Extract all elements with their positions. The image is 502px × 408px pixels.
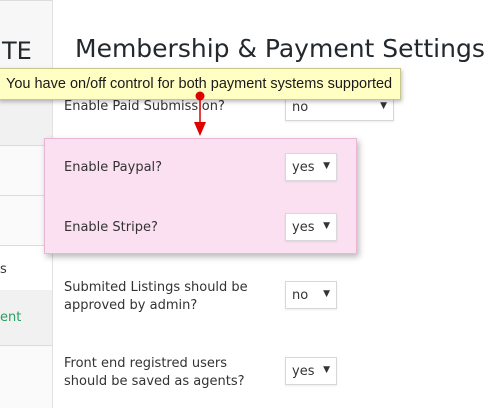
sidebar-link-row[interactable]: ent — [0, 290, 52, 340]
chevron-down-icon: ▼ — [323, 289, 330, 299]
listing-approval-label: Submited Listings should be approved by … — [64, 280, 248, 313]
chevron-down-icon: ▼ — [380, 101, 387, 111]
users-as-agents-select[interactable]: yes ▼ — [285, 357, 337, 385]
listing-approval-select[interactable]: no ▼ — [285, 281, 337, 309]
chevron-down-icon: ▼ — [323, 161, 330, 171]
sidebar-item-label: s — [0, 262, 7, 277]
users-as-agents-value: yes — [292, 364, 315, 379]
stripe-label: Enable Stripe? — [64, 220, 158, 235]
stripe-select[interactable]: yes ▼ — [285, 213, 337, 241]
chevron-down-icon: ▼ — [323, 221, 330, 231]
chevron-down-icon: ▼ — [323, 365, 330, 375]
page-title: Membership & Payment Settings — [75, 34, 485, 63]
paypal-select[interactable]: yes ▼ — [285, 153, 337, 181]
stripe-value: yes — [292, 220, 315, 235]
sidebar-item[interactable] — [0, 345, 52, 408]
sidebar-link[interactable]: ent — [0, 310, 21, 325]
listing-approval-value: no — [292, 288, 309, 303]
callout-arrow-icon — [194, 91, 206, 136]
paypal-value: yes — [292, 160, 315, 175]
sidebar-title: TE — [2, 37, 32, 65]
paid-submission-value: no — [292, 100, 309, 115]
paypal-label: Enable Paypal? — [64, 160, 163, 175]
users-as-agents-label: Front end registred users should be save… — [64, 356, 245, 389]
